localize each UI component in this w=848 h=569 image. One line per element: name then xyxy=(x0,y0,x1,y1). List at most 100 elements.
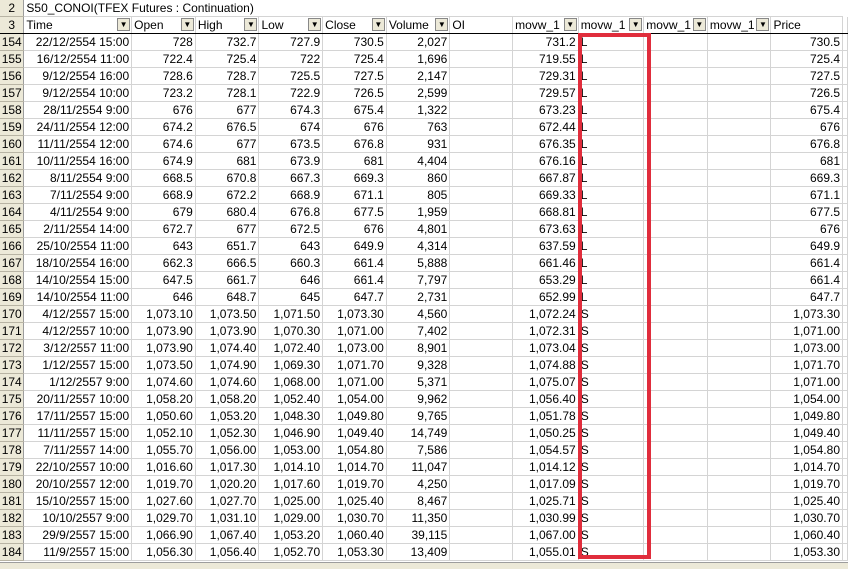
cell-signal[interactable]: L xyxy=(578,84,645,102)
cell-signal[interactable]: L xyxy=(578,118,645,136)
cell-volume[interactable]: 9,962 xyxy=(386,390,451,408)
cell-time[interactable]: 4/12/2557 10:00 xyxy=(23,322,133,340)
cell-empty[interactable] xyxy=(707,458,772,476)
cell-low[interactable]: 1,053.00 xyxy=(258,441,324,459)
cell-time[interactable]: 20/11/2557 10:00 xyxy=(23,390,133,408)
cell-movw[interactable]: 672.44 xyxy=(512,118,579,136)
cell-empty[interactable] xyxy=(643,475,708,493)
cell-movw[interactable]: 1,054.57 xyxy=(512,441,579,459)
cell-empty[interactable] xyxy=(707,526,772,544)
cell-volume[interactable]: 763 xyxy=(386,118,451,136)
cell-price[interactable]: 1,073.30 xyxy=(770,305,843,323)
cell-empty[interactable] xyxy=(707,407,772,425)
filter-dropdown-icon[interactable]: ▼ xyxy=(563,18,577,31)
cell-low[interactable]: 1,071.50 xyxy=(258,305,324,323)
cell-time[interactable]: 4/12/2557 15:00 xyxy=(23,305,133,323)
cell-volume[interactable]: 11,047 xyxy=(386,458,451,476)
cell-empty[interactable] xyxy=(842,509,848,527)
cell-empty[interactable] xyxy=(707,356,772,374)
cell-low[interactable]: 1,029.00 xyxy=(258,509,324,527)
cell-time[interactable]: 10/10/2557 9:00 xyxy=(23,509,133,527)
cell-volume[interactable]: 1,959 xyxy=(386,203,451,221)
cell-oi[interactable] xyxy=(449,492,514,510)
cell-close[interactable]: 1,049.80 xyxy=(322,407,387,425)
cell-high[interactable]: 732.7 xyxy=(195,33,260,51)
cell-volume[interactable]: 7,402 xyxy=(386,322,451,340)
cell-signal[interactable]: S xyxy=(578,543,645,561)
cell-low[interactable]: 1,068.00 xyxy=(258,373,324,391)
cell-signal[interactable]: S xyxy=(578,322,645,340)
cell-empty[interactable] xyxy=(707,50,772,68)
cell-empty[interactable] xyxy=(643,492,708,510)
cell-signal[interactable]: L xyxy=(578,186,645,204)
row-number[interactable]: 166 xyxy=(0,237,25,255)
cell-empty[interactable] xyxy=(643,203,708,221)
cell-price[interactable]: 647.7 xyxy=(770,288,843,306)
cell-close[interactable]: 1,030.70 xyxy=(322,509,387,527)
cell-high[interactable]: 1,053.20 xyxy=(195,407,260,425)
cell-price[interactable]: 661.4 xyxy=(770,254,843,272)
cell-low[interactable]: 727.9 xyxy=(258,33,324,51)
cell-high[interactable]: 677 xyxy=(195,135,260,153)
cell-empty[interactable] xyxy=(643,169,708,187)
cell-movw[interactable]: 729.57 xyxy=(512,84,579,102)
cell-high[interactable]: 672.2 xyxy=(195,186,260,204)
cell-high[interactable]: 1,056.40 xyxy=(195,543,260,561)
row-number[interactable]: 159 xyxy=(0,118,25,136)
cell-open[interactable]: 1,073.90 xyxy=(131,339,196,357)
cell-price[interactable]: 1,030.70 xyxy=(770,509,843,527)
cell-signal[interactable]: S xyxy=(578,373,645,391)
cell-time[interactable]: 28/11/2554 9:00 xyxy=(23,101,133,119)
cell-high[interactable]: 1,027.70 xyxy=(195,492,260,510)
cell-empty[interactable] xyxy=(707,441,772,459)
cell-empty[interactable] xyxy=(707,492,772,510)
cell-open[interactable]: 1,027.60 xyxy=(131,492,196,510)
cell-oi[interactable] xyxy=(449,458,514,476)
cell-close[interactable]: 1,071.00 xyxy=(322,322,387,340)
cell-low[interactable]: 1,072.40 xyxy=(258,339,324,357)
cell-open[interactable]: 728 xyxy=(131,33,196,51)
cell-time[interactable]: 9/12/2554 10:00 xyxy=(23,84,133,102)
cell-high[interactable]: 1,017.30 xyxy=(195,458,260,476)
cell-signal[interactable]: L xyxy=(578,67,645,85)
cell-close[interactable]: 675.4 xyxy=(322,101,387,119)
row-number[interactable]: 156 xyxy=(0,67,25,85)
cell-time[interactable]: 7/11/2554 9:00 xyxy=(23,186,133,204)
cell-close[interactable]: 681 xyxy=(322,152,387,170)
cell-signal[interactable]: S xyxy=(578,407,645,425)
cell-oi[interactable] xyxy=(449,220,514,238)
row-number[interactable]: 158 xyxy=(0,101,25,119)
cell-empty[interactable] xyxy=(842,220,848,238)
cell-low[interactable]: 668.9 xyxy=(258,186,324,204)
cell-volume[interactable]: 7,586 xyxy=(386,441,451,459)
cell-oi[interactable] xyxy=(449,203,514,221)
cell-empty[interactable] xyxy=(707,203,772,221)
cell-empty[interactable] xyxy=(643,33,708,51)
cell-price[interactable]: 1,025.40 xyxy=(770,492,843,510)
cell-movw[interactable]: 1,050.25 xyxy=(512,424,579,442)
cell-empty[interactable] xyxy=(707,288,772,306)
cell-open[interactable]: 679 xyxy=(131,203,196,221)
cell-volume[interactable]: 4,250 xyxy=(386,475,451,493)
cell-signal[interactable]: L xyxy=(578,203,645,221)
cell-high[interactable]: 1,074.40 xyxy=(195,339,260,357)
row-number[interactable]: 163 xyxy=(0,186,25,204)
cell-price[interactable]: 1,049.40 xyxy=(770,424,843,442)
column-header[interactable]: Price xyxy=(770,16,843,34)
cell-oi[interactable] xyxy=(449,33,514,51)
cell-volume[interactable]: 1,322 xyxy=(386,101,451,119)
cell-low[interactable]: 725.5 xyxy=(258,67,324,85)
cell-low[interactable]: 646 xyxy=(258,271,324,289)
cell-oi[interactable] xyxy=(449,254,514,272)
cell-empty[interactable] xyxy=(842,135,848,153)
row-number[interactable]: 174 xyxy=(0,373,25,391)
filter-dropdown-icon[interactable]: ▼ xyxy=(180,18,194,31)
cell-high[interactable]: 651.7 xyxy=(195,237,260,255)
cell-low[interactable]: 667.3 xyxy=(258,169,324,187)
cell-close[interactable]: 1,073.30 xyxy=(322,305,387,323)
row-number[interactable]: 184 xyxy=(0,543,25,561)
cell-movw[interactable]: 653.29 xyxy=(512,271,579,289)
cell-signal[interactable]: L xyxy=(578,101,645,119)
cell-signal[interactable]: L xyxy=(578,50,645,68)
cell-movw[interactable]: 661.46 xyxy=(512,254,579,272)
